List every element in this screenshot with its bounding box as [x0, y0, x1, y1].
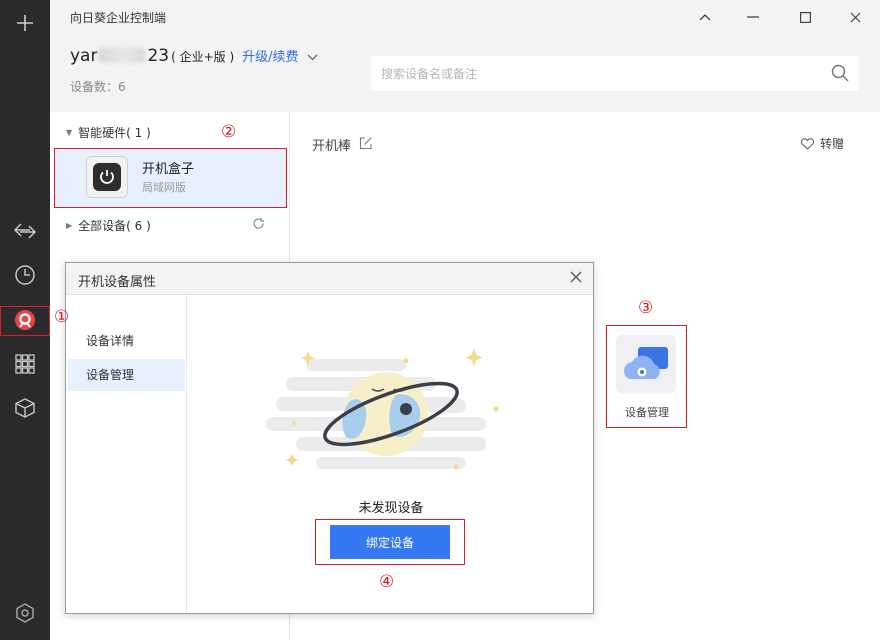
- pane-title: 开机棒: [312, 135, 373, 154]
- device-type-label: 开机棒: [312, 139, 352, 154]
- close-icon[interactable]: [840, 5, 870, 29]
- settings-hex-icon[interactable]: [0, 596, 50, 630]
- annotation-number-4: ④: [379, 572, 395, 592]
- device-count: 设备数：6: [70, 80, 126, 94]
- search-box: [371, 56, 859, 91]
- refresh-icon[interactable]: [252, 217, 265, 234]
- dialog-header: 开机设备属性: [66, 263, 593, 295]
- heart-icon: [800, 138, 815, 150]
- search-input[interactable]: [371, 56, 859, 91]
- annotation-number-2: ②: [221, 122, 237, 142]
- annotation-number-3: ③: [638, 298, 654, 318]
- remote-control-icon[interactable]: [0, 214, 50, 248]
- annotation-box-4: [315, 519, 465, 565]
- cube-icon[interactable]: [0, 391, 50, 425]
- account-info: yar 23 ( 企业+版 ) 升级/续费: [70, 45, 318, 66]
- add-icon[interactable]: [0, 6, 50, 40]
- dialog-close-icon[interactable]: [569, 269, 583, 288]
- group-label: 全部设备( 6 ): [78, 219, 151, 233]
- search-icon[interactable]: [831, 64, 849, 86]
- group-smart-hardware[interactable]: ▼ 智能硬件( 1 ): [66, 124, 151, 141]
- dialog-title: 开机设备属性: [78, 275, 157, 290]
- minimize-icon[interactable]: [738, 5, 768, 29]
- chevron-down-icon[interactable]: [307, 50, 318, 64]
- app-window: 向日葵企业控制端 yar 23 ( 企业+版 ) 升级/续费 设备数：6 搜索设…: [0, 0, 880, 640]
- nav-device-management[interactable]: 设备管理: [68, 359, 185, 391]
- account-name-masked: [98, 47, 147, 63]
- annotation-box-1: [0, 306, 50, 336]
- group-all-devices[interactable]: ▶ 全部设备( 6 ): [66, 217, 151, 234]
- account-name-suffix: 23: [147, 46, 170, 66]
- edit-icon[interactable]: [359, 136, 373, 154]
- annotation-number-1: ①: [54, 307, 70, 327]
- maximize-icon[interactable]: [790, 5, 820, 29]
- group-label: 智能硬件( 1 ): [78, 126, 151, 140]
- empty-state-illustration: [266, 339, 516, 483]
- transfer-button[interactable]: 转赠: [800, 135, 844, 152]
- caret-right-icon: ▶: [66, 221, 73, 230]
- nav-device-details[interactable]: 设备详情: [68, 325, 185, 357]
- app-title: 向日葵企业控制端: [70, 11, 167, 25]
- empty-state-text: 未发现设备: [358, 501, 424, 516]
- upgrade-link[interactable]: 升级/续费: [242, 46, 298, 65]
- caret-down-icon: ▼: [66, 128, 73, 137]
- annotation-box-3: [606, 325, 687, 428]
- apps-grid-icon[interactable]: [0, 347, 50, 381]
- account-name-prefix: yar: [70, 46, 98, 66]
- transfer-label: 转赠: [820, 137, 845, 151]
- chevron-up-icon[interactable]: [690, 5, 720, 29]
- dialog-nav: 设备详情 设备管理: [66, 295, 187, 613]
- header: 向日葵企业控制端 yar 23 ( 企业+版 ) 升级/续费 设备数：6: [50, 0, 880, 112]
- edition-label: ( 企业+版 ): [171, 50, 235, 64]
- annotation-box-2: [54, 148, 287, 208]
- history-icon[interactable]: [0, 258, 50, 292]
